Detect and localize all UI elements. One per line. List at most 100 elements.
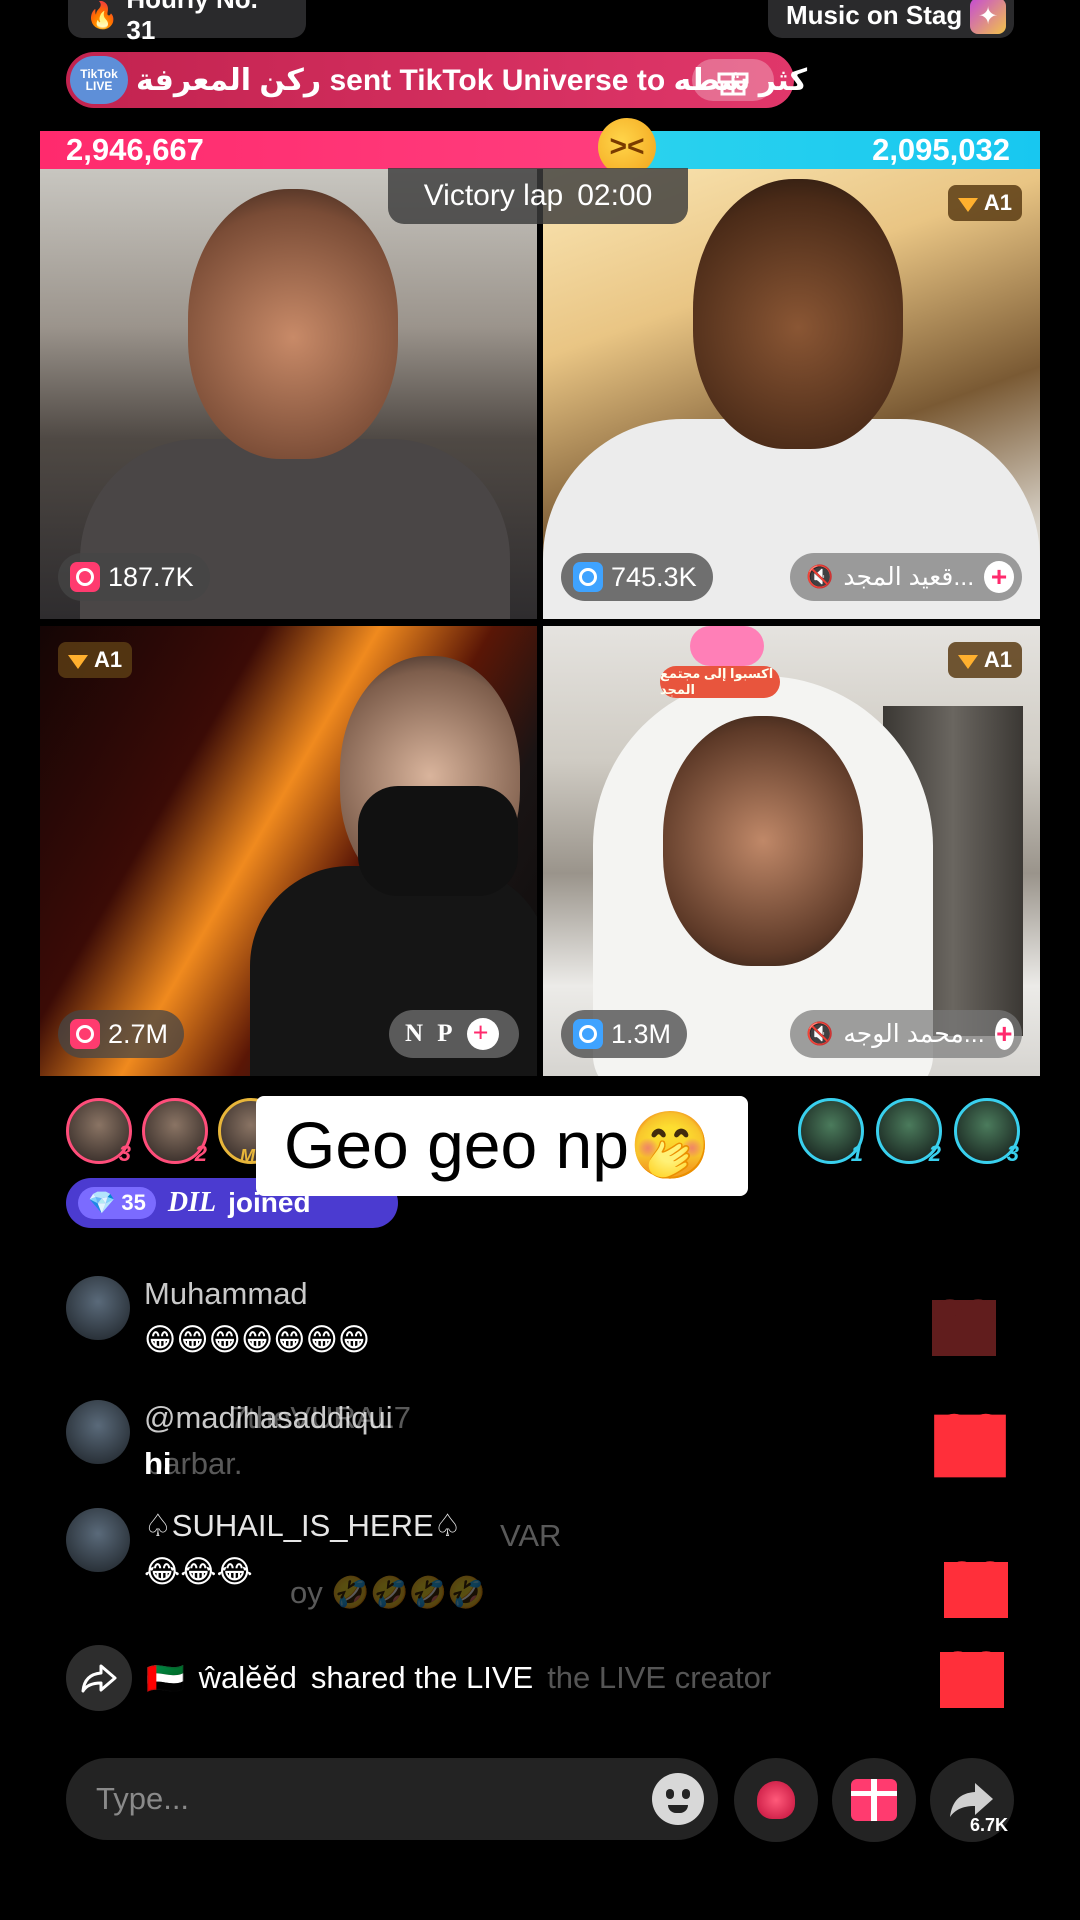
camera-icon (573, 1019, 603, 1049)
diamond-icon (957, 198, 978, 212)
gifter-rank: 2 (194, 1141, 207, 1166)
share-notice: 🇦🇪 ŵalĕĕd shared the LIVE the LIVE creat… (66, 1645, 771, 1711)
floating-heart-icon (940, 1652, 1004, 1708)
top-gifter-avatar[interactable]: 1 (798, 1098, 864, 1166)
guest-name: قعيد المجد... (843, 563, 975, 591)
follow-plus-button[interactable]: + (466, 1018, 499, 1050)
rank-label: A1 (983, 647, 1012, 672)
camera-icon (573, 562, 603, 592)
chat-message[interactable]: Muhammad 😁😁😁😁😁😁😁 (66, 1276, 370, 1358)
video-tile-2[interactable]: A1 745.3K 🔇 قعيد المجد... + (543, 169, 1040, 619)
tiktok-live-logo: TikTok LIVE (70, 56, 128, 104)
rank-label: A1 (983, 190, 1012, 215)
viewer-count-pill[interactable]: 745.3K (561, 553, 713, 601)
top-gifter-avatar[interactable]: 3 (954, 1098, 1020, 1166)
video-tile-4[interactable]: A1 1.3M 🔇 محمد الوجه... + (543, 626, 1040, 1076)
ghost-share-text: the LIVE creator (547, 1660, 772, 1695)
heart-sticker-icon (690, 626, 764, 666)
gifter-rank: 3 (118, 1141, 131, 1166)
music-label: Music on Stag (786, 0, 963, 30)
ghost-chat-text: oy 🤣🤣🤣🤣 (290, 1575, 486, 1610)
top-gifter-avatar[interactable]: 2 (876, 1098, 942, 1166)
fire-icon: 🔥 (86, 0, 119, 30)
floating-heart-icon (944, 1562, 1008, 1618)
video-tile-1[interactable]: 187.7K (40, 169, 537, 619)
guest-name: محمد الوجه... (843, 1020, 985, 1048)
gift-button[interactable] (832, 1758, 916, 1842)
emoji-icon[interactable] (652, 1773, 704, 1825)
top-gifter-avatar[interactable]: 3 (66, 1098, 132, 1166)
video-tile-3[interactable]: A1 2.7M N P + (40, 626, 537, 1076)
viewer-count-pill[interactable]: 1.3M (561, 1010, 688, 1058)
streamer-face (663, 716, 863, 966)
gifter-rank: 3 (1006, 1141, 1019, 1166)
victory-lap-timer: Victory lap 02:00 (388, 168, 688, 224)
chat-avatar[interactable] (66, 1276, 130, 1340)
diamond-icon (957, 655, 978, 669)
camera-icon (70, 562, 100, 592)
floating-heart-icon (932, 1300, 996, 1356)
floating-heart-icon (934, 1414, 1006, 1478)
share-button[interactable]: 6.7K (930, 1758, 1014, 1842)
top-gifter-avatar[interactable]: 2 (142, 1098, 208, 1166)
follow-plus-button[interactable]: + (994, 1018, 1014, 1050)
chat-avatar[interactable] (66, 1508, 130, 1572)
gifter-rank: 1 (850, 1141, 863, 1166)
community-sticker: اكسبوا إلى مجتمع المجد (660, 666, 780, 698)
camera-icon (70, 1019, 100, 1049)
rank-badge: A1 (58, 642, 133, 678)
viewer-count: 187.7K (108, 561, 194, 592)
viewer-count: 2.7M (108, 1018, 169, 1049)
left-team-top-gifters: 3 2 MVP (66, 1098, 284, 1166)
rank-badge: A1 (947, 642, 1022, 678)
comment-placeholder: Type... (96, 1781, 190, 1816)
viewer-count: 745.3K (611, 561, 697, 592)
viewer-count: 1.3M (611, 1018, 672, 1049)
guest-name-pill[interactable]: 🔇 محمد الوجه... + (790, 1010, 1022, 1058)
chat-avatar[interactable] (66, 1400, 130, 1464)
viewer-count-pill[interactable]: 2.7M (58, 1010, 185, 1058)
left-score: 2,946,667 (40, 131, 640, 169)
share-text: shared the LIVE (310, 1660, 534, 1695)
muted-speaker-icon: 🔇 (806, 564, 834, 589)
muted-speaker-icon: 🔇 (806, 1021, 834, 1046)
chat-username[interactable]: ♤SUHAIL_IS_HERE♤ (144, 1508, 461, 1544)
ghost-chat-text: barbar. (146, 1446, 243, 1481)
guest-name-pill[interactable]: 🔇 قعيد المجد... + (790, 553, 1022, 601)
viewer-count-pill[interactable]: 187.7K (58, 553, 210, 601)
share-username[interactable]: ŵalĕĕd (199, 1660, 297, 1696)
follow-plus-button[interactable]: + (984, 561, 1014, 593)
rank-badge: A1 (947, 185, 1022, 221)
guest-name-pill[interactable]: N P + (389, 1010, 519, 1058)
ghost-chat-username: 7theVURAL7 (230, 1400, 411, 1435)
share-count: 6.7K (969, 1815, 1008, 1835)
joined-username: DIL (167, 1187, 217, 1218)
gift-box-icon (851, 1779, 897, 1821)
right-team-top-gifters: 1 2 3 (798, 1098, 1020, 1166)
diamond-icon (68, 655, 88, 669)
star-icon: ✦ (970, 0, 1006, 34)
music-on-stage-pill[interactable]: Music on Stag ✦ (768, 0, 1014, 38)
face-mask (358, 786, 518, 896)
hourly-rank-label: Hourly No. 31 (126, 0, 257, 45)
gift-icon[interactable] (692, 59, 774, 101)
chat-username[interactable]: Muhammad (144, 1276, 370, 1312)
ghost-chat-username: VAR (500, 1518, 562, 1553)
rose-gift-button[interactable] (734, 1758, 818, 1842)
victory-time: 02:00 (577, 179, 653, 212)
flag-icon: 🇦🇪 (146, 1660, 185, 1696)
share-arrow-icon[interactable] (66, 1645, 132, 1711)
gifter-rank: 2 (928, 1141, 941, 1166)
level-number: 35 (121, 1190, 146, 1215)
right-score: 2,095,032 (640, 131, 1040, 169)
streamer-face (188, 189, 398, 459)
chat-text: 😁😁😁😁😁😁😁 (144, 1322, 371, 1357)
comment-input[interactable]: Type... (66, 1758, 718, 1840)
hourly-rank-pill[interactable]: 🔥 Hourly No. 31 (68, 0, 306, 45)
gift-banner[interactable]: TikTok LIVE ركن المعرفة sent TikTok Unive… (66, 52, 807, 108)
level-badge: 💎 35 (78, 1187, 156, 1219)
streamer-face (693, 179, 903, 449)
video-caption: Geo geo np🤭 (256, 1096, 748, 1196)
victory-label: Victory lap (423, 179, 564, 212)
rose-icon (757, 1781, 795, 1819)
